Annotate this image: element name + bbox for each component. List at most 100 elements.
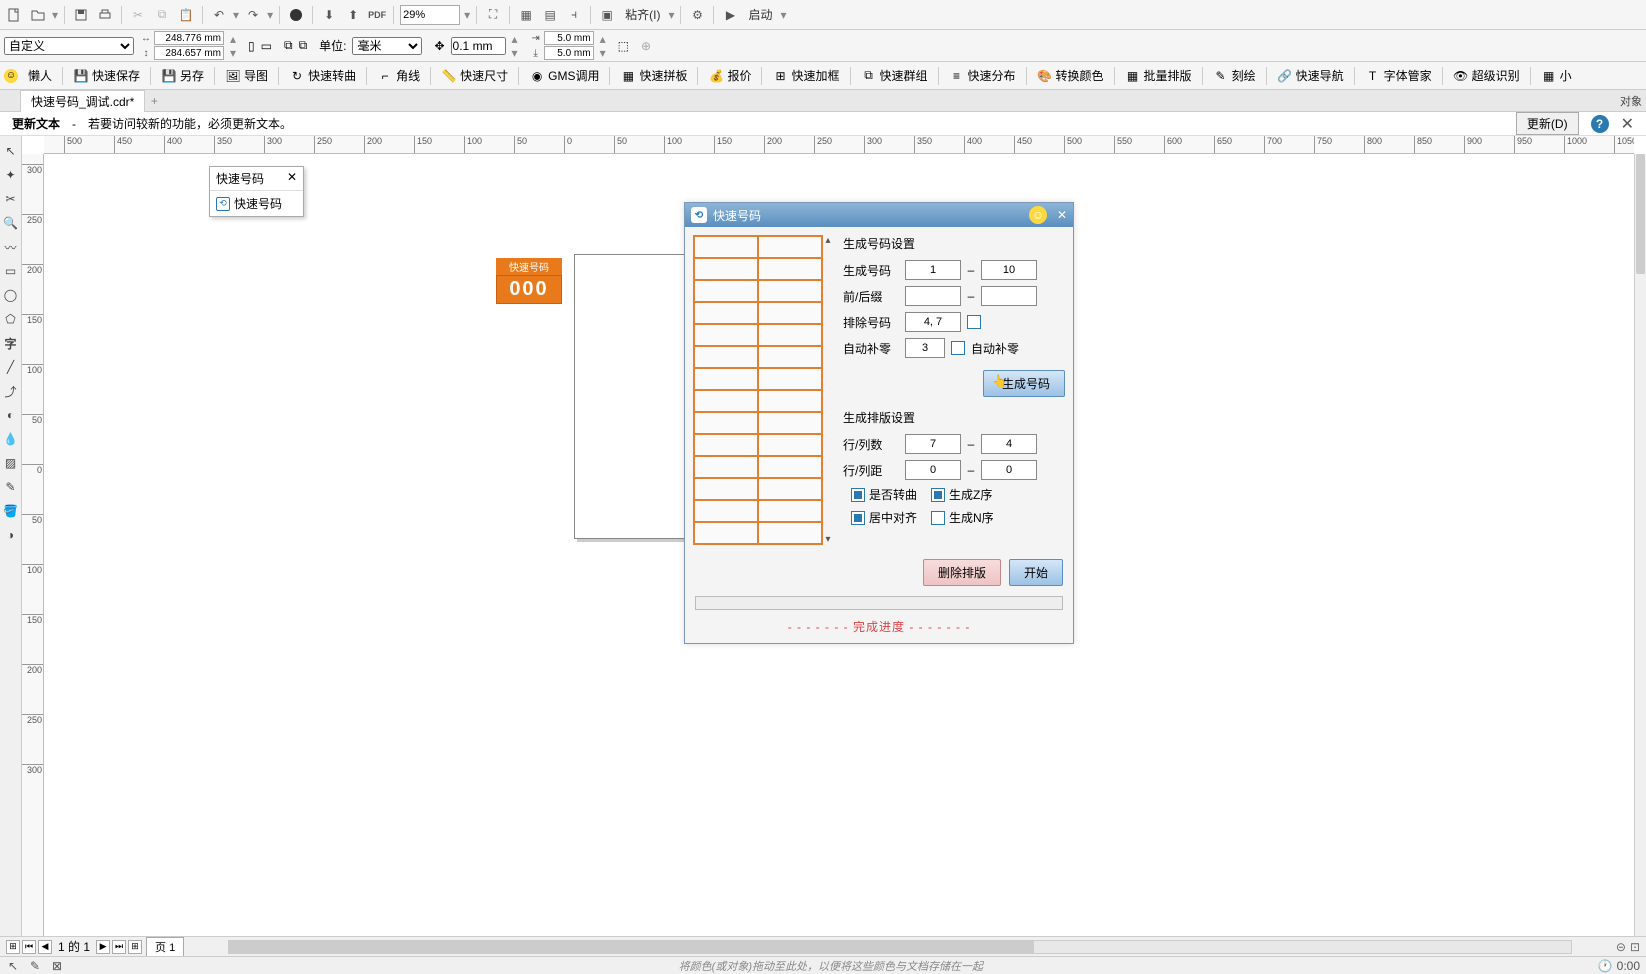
vertical-scrollbar[interactable] xyxy=(1634,154,1646,936)
canvas-inner[interactable]: 快速号码✕ ⟲ 快速号码 快速号码 000 ⟲ 快速号码 ☺ ✕ xyxy=(44,154,1634,936)
zoom-tool-icon[interactable]: 🔍 xyxy=(2,214,20,232)
effect-tool-icon[interactable]: ◐ xyxy=(2,406,20,424)
pick-tool-icon[interactable]: ↖ xyxy=(2,142,20,160)
redo-icon[interactable]: ↷ xyxy=(243,5,263,25)
delete-layout-button[interactable]: 删除排版 xyxy=(923,559,1001,586)
menu-item[interactable]: ⧉快速群组 xyxy=(857,65,932,86)
menu-item[interactable]: 💰报价 xyxy=(704,65,755,86)
docker-close-icon[interactable]: ✕ xyxy=(287,170,297,187)
line-tool-icon[interactable]: ╱ xyxy=(2,358,20,376)
record-icon[interactable] xyxy=(286,5,306,25)
pad-input[interactable] xyxy=(905,338,945,358)
num-end-input[interactable] xyxy=(981,260,1037,280)
undo-icon[interactable]: ↶ xyxy=(209,5,229,25)
curve-checkbox[interactable] xyxy=(851,488,865,502)
menu-item[interactable]: 🔗快速导航 xyxy=(1273,65,1348,86)
fullscreen-icon[interactable]: ⛶ xyxy=(483,5,503,25)
gear-icon[interactable]: ⚙ xyxy=(687,5,707,25)
menu-item[interactable]: ≡快速分布 xyxy=(945,65,1020,86)
pages-icon[interactable]: ⧉ xyxy=(284,38,293,53)
nav-icon[interactable]: ⊡ xyxy=(1630,940,1640,954)
freehand-tool-icon[interactable]: 〰 xyxy=(2,238,20,256)
add-icon[interactable]: ⊕ xyxy=(641,39,651,53)
help-icon[interactable]: ? xyxy=(1591,115,1609,133)
menu-item[interactable]: 💾另存 xyxy=(157,65,208,86)
landscape-icon[interactable]: ▭ xyxy=(261,39,272,53)
menu-item[interactable]: ▦小 xyxy=(1537,65,1576,86)
center-checkbox[interactable] xyxy=(851,511,865,525)
launch-dropdown[interactable]: 启动 xyxy=(744,6,776,23)
print-icon[interactable] xyxy=(95,5,115,25)
scroll-up-icon[interactable]: ▴ xyxy=(825,235,830,246)
grid2-icon[interactable]: ▤ xyxy=(540,5,560,25)
menu-item[interactable]: 懒人 xyxy=(24,65,56,86)
docker-row[interactable]: ⟲ 快速号码 xyxy=(210,191,303,216)
preset-select[interactable]: 自定义 xyxy=(4,37,134,55)
prev-page-icon[interactable]: ◀ xyxy=(38,940,52,954)
exclude-input[interactable] xyxy=(905,312,961,332)
rect-tool-icon[interactable]: ▭ xyxy=(2,262,20,280)
import-icon[interactable]: ⬇ xyxy=(319,5,339,25)
zorder-checkbox[interactable] xyxy=(931,488,945,502)
menu-item[interactable]: T字体管家 xyxy=(1361,65,1436,86)
fill-tool-icon[interactable]: ▨ xyxy=(2,454,20,472)
add-tab-icon[interactable]: + xyxy=(145,92,163,110)
norder-checkbox[interactable] xyxy=(931,511,945,525)
menu-item[interactable]: ▦批量排版 xyxy=(1121,65,1196,86)
rowgap-input[interactable] xyxy=(905,460,961,480)
connector-tool-icon[interactable]: ⤴ xyxy=(2,382,20,400)
export-icon[interactable]: ⬆ xyxy=(343,5,363,25)
shape-tool-icon[interactable]: ✦ xyxy=(2,166,20,184)
pages2-icon[interactable]: ⧉ xyxy=(299,38,308,53)
menu-item[interactable]: ◉GMS调用 xyxy=(525,65,603,86)
paste-icon[interactable]: 📋 xyxy=(176,5,196,25)
dupy-input[interactable] xyxy=(544,46,594,60)
zoom-input[interactable] xyxy=(400,5,460,25)
scroll-down-icon[interactable]: ▾ xyxy=(825,534,830,545)
launch-icon[interactable]: ▶ xyxy=(720,5,740,25)
outline-tool-icon[interactable]: ✎ xyxy=(2,478,20,496)
unit-select[interactable]: 毫米 xyxy=(352,37,422,55)
dialog-titlebar[interactable]: ⟲ 快速号码 ☺ ✕ xyxy=(685,203,1073,227)
add-page-end-icon[interactable]: ⊞ xyxy=(128,940,142,954)
next-page-icon[interactable]: ▶ xyxy=(96,940,110,954)
menu-item[interactable]: ✎刻绘 xyxy=(1209,65,1260,86)
grid-icon[interactable]: ▦ xyxy=(516,5,536,25)
new-icon[interactable] xyxy=(4,5,24,25)
prefix-input[interactable] xyxy=(905,286,961,306)
first-page-icon[interactable]: ⏮ xyxy=(22,940,36,954)
horizontal-scrollbar[interactable] xyxy=(228,940,1572,954)
close-info-icon[interactable]: ✕ xyxy=(1621,114,1634,134)
polygon-tool-icon[interactable]: ⬠ xyxy=(2,310,20,328)
menu-item[interactable]: ▦快速拼板 xyxy=(616,65,691,86)
portrait-icon[interactable]: ▯ xyxy=(248,39,255,53)
copy-icon[interactable]: ⧉ xyxy=(152,5,172,25)
zoom-out-icon[interactable]: ⊝ xyxy=(1616,940,1626,954)
document-tab[interactable]: 快速号码_调试.cdr* xyxy=(20,90,145,112)
menu-item[interactable]: 🖼导图 xyxy=(221,65,272,86)
last-page-icon[interactable]: ⏭ xyxy=(112,940,126,954)
num-start-input[interactable] xyxy=(905,260,961,280)
save-icon[interactable] xyxy=(71,5,91,25)
start-button[interactable]: 开始 xyxy=(1009,559,1063,586)
dialog-close-icon[interactable]: ✕ xyxy=(1057,208,1067,222)
bleed-icon[interactable]: ⬚ xyxy=(618,39,629,53)
colgap-input[interactable] xyxy=(981,460,1037,480)
update-button[interactable]: 更新(D) xyxy=(1516,112,1579,135)
menu-item[interactable]: 👁超级识别 xyxy=(1449,65,1524,86)
page-tab[interactable]: 页 1 xyxy=(146,937,184,957)
menu-item[interactable]: 💾快速保存 xyxy=(69,65,144,86)
eyedropper-tool-icon[interactable]: 💧 xyxy=(2,430,20,448)
text-tool-icon[interactable]: 字 xyxy=(2,334,20,352)
paste-dropdown[interactable]: 粘齐(I) xyxy=(621,6,664,23)
menu-item[interactable]: ⌐角线 xyxy=(373,65,424,86)
width-input[interactable] xyxy=(154,31,224,45)
menu-item[interactable]: 🎨转换颜色 xyxy=(1033,65,1108,86)
interactive-tool-icon[interactable]: 🪣 xyxy=(2,502,20,520)
add-page-icon[interactable]: ⊞ xyxy=(6,940,20,954)
menu-item[interactable]: ⊞快速加框 xyxy=(768,65,843,86)
nudge-input[interactable] xyxy=(451,37,506,55)
align-icon[interactable]: ▣ xyxy=(597,5,617,25)
menu-item[interactable]: ↻快速转曲 xyxy=(285,65,360,86)
rows-input[interactable] xyxy=(905,434,961,454)
